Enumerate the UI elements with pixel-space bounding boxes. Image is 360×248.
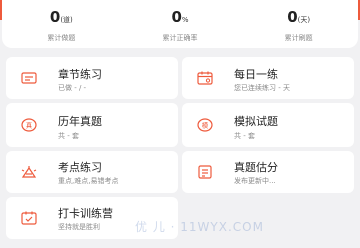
stat-value: 0 bbox=[49, 8, 61, 26]
card-subtitle: 共 - 套 bbox=[58, 132, 79, 140]
card-title: 历年真题 bbox=[58, 115, 102, 128]
stat-label: 累计正确率 bbox=[162, 34, 198, 42]
card-title: 考点练习 bbox=[58, 161, 102, 174]
key-points-icon bbox=[21, 165, 37, 179]
score-estimate-icon bbox=[197, 165, 213, 179]
stat-unit: (道) bbox=[60, 16, 73, 24]
stat-unit: (天) bbox=[297, 16, 311, 24]
card-title: 真题估分 bbox=[234, 161, 278, 174]
card-title: 章节练习 bbox=[58, 68, 102, 81]
past-exams-card[interactable]: 真 历年真题 共 - 套 bbox=[6, 103, 178, 147]
stat-value: 0 bbox=[171, 8, 182, 26]
svg-text:模: 模 bbox=[202, 121, 209, 130]
card-title: 打卡训练营 bbox=[58, 207, 113, 220]
card-subtitle: 已做 - / - bbox=[58, 84, 87, 92]
stat-questions-done: 0(道) 累计做题 bbox=[2, 0, 121, 48]
stat-value: 0 bbox=[287, 8, 298, 26]
card-title: 每日一练 bbox=[234, 68, 278, 81]
card-subtitle: 重点,难点,易错考点 bbox=[58, 177, 119, 185]
card-subtitle: 共 - 套 bbox=[234, 132, 255, 140]
svg-text:真: 真 bbox=[26, 121, 33, 130]
chapter-practice-card[interactable]: 章节练习 已做 - / - bbox=[6, 57, 178, 99]
calendar-icon bbox=[197, 71, 213, 85]
stat-unit: % bbox=[181, 16, 189, 24]
stat-label: 累计刷题 bbox=[284, 34, 313, 42]
score-estimate-card[interactable]: 真题估分 发布更新中... bbox=[182, 151, 354, 193]
card-subtitle: 发布更新中... bbox=[234, 177, 276, 185]
stat-label: 累计做题 bbox=[47, 34, 76, 42]
stats-panel: 0(道) 累计做题 0% 累计正确率 0(天) 累计刷题 bbox=[2, 0, 358, 48]
card-title: 模拟试题 bbox=[234, 115, 278, 128]
checkin-icon bbox=[21, 211, 37, 225]
card-subtitle: 您已连续练习 - 天 bbox=[234, 84, 290, 92]
chapter-icon bbox=[21, 71, 37, 85]
daily-practice-card[interactable]: 每日一练 您已连续练习 - 天 bbox=[182, 57, 354, 99]
card-subtitle: 坚持就是胜利 bbox=[58, 223, 100, 231]
key-points-card[interactable]: 考点练习 重点,难点,易错考点 bbox=[6, 151, 178, 193]
mock-exam-icon: 模 bbox=[197, 118, 213, 132]
stat-days: 0(天) 累计刷题 bbox=[239, 0, 358, 48]
past-exam-icon: 真 bbox=[21, 118, 37, 132]
stat-accuracy: 0% 累计正确率 bbox=[121, 0, 240, 48]
mock-exams-card[interactable]: 模 模拟试题 共 - 套 bbox=[182, 103, 354, 147]
checkin-camp-card[interactable]: 打卡训练营 坚持就是胜利 bbox=[6, 197, 178, 239]
